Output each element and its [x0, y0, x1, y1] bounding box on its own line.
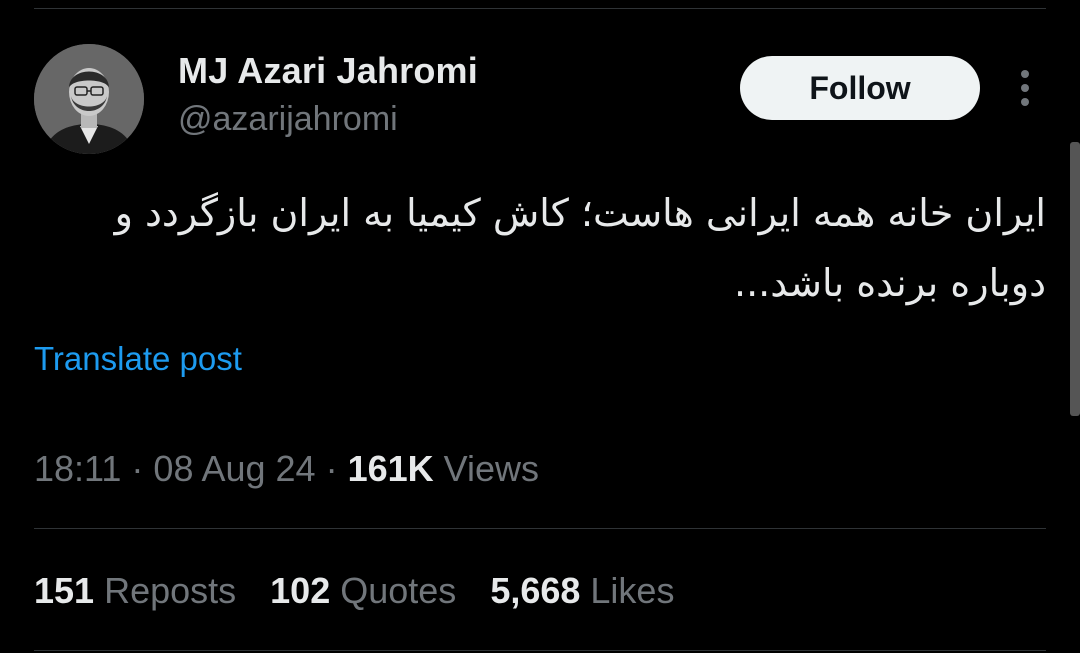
divider [34, 650, 1046, 651]
tweet-meta: 18:11 · 08 Aug 24 · 161K Views [34, 448, 539, 490]
reposts-count: 151 [34, 570, 95, 611]
meta-separator: · [315, 448, 348, 489]
views-count: 161K [347, 448, 434, 489]
likes-stat[interactable]: 5,668 Likes [490, 570, 674, 612]
avatar-photo [34, 44, 144, 154]
translate-post-link[interactable]: Translate post [34, 340, 242, 378]
tweet-detail-view: MJ Azari Jahromi @azarijahromi Follow ای… [0, 0, 1080, 653]
author-handle[interactable]: @azarijahromi [178, 100, 398, 139]
likes-count: 5,668 [490, 570, 581, 611]
tweet-text: ایران خانه همه ایرانی هاست؛ کاش کیمیا به… [102, 191, 1046, 305]
reposts-stat[interactable]: 151 Reposts [34, 570, 236, 612]
divider [34, 8, 1046, 9]
avatar[interactable] [34, 44, 144, 154]
quotes-stat[interactable]: 102 Quotes [270, 570, 456, 612]
views-label: Views [433, 448, 540, 489]
author-display-name[interactable]: MJ Azari Jahromi [178, 50, 478, 92]
dot [1021, 98, 1029, 106]
meta-separator: · [121, 448, 154, 489]
scrollbar[interactable] [1070, 142, 1080, 416]
dot [1021, 84, 1029, 92]
more-vertical-icon[interactable] [1010, 68, 1040, 108]
tweet-time[interactable]: 18:11 [34, 448, 121, 489]
tweet-date[interactable]: 08 Aug 24 [153, 448, 315, 489]
divider [34, 528, 1046, 529]
reposts-label: Reposts [94, 570, 237, 611]
follow-button[interactable]: Follow [740, 56, 980, 120]
quotes-count: 102 [270, 570, 331, 611]
dot [1021, 70, 1029, 78]
likes-label: Likes [580, 570, 675, 611]
quotes-label: Quotes [330, 570, 457, 611]
engagement-stats: 151 Reposts 102 Quotes 5,668 Likes [34, 570, 674, 612]
